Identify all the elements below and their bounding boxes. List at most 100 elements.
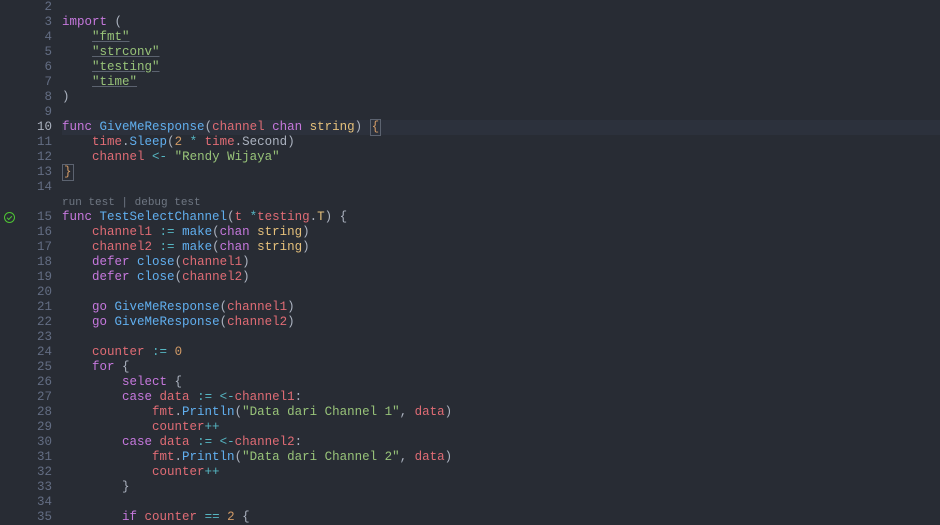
- token-p: (: [220, 315, 228, 329]
- token-p: ): [445, 450, 453, 464]
- token-nm: [137, 510, 145, 524]
- line-number: 10: [18, 120, 52, 135]
- token-fn: Println: [182, 450, 235, 464]
- line-number: 14: [18, 180, 52, 195]
- code-line[interactable]: case data := <-channel1:: [62, 390, 940, 405]
- code-line[interactable]: if counter == 2 {: [62, 510, 940, 525]
- token-id: counter: [145, 510, 198, 524]
- token-kw: chan: [220, 225, 250, 239]
- code-editor[interactable]: 2345678910111213141516171819202122232425…: [0, 0, 940, 510]
- token-op: :=: [197, 390, 212, 404]
- code-line[interactable]: func TestSelectChannel(t *testing.T) {: [62, 210, 940, 225]
- token-nm: [175, 225, 183, 239]
- token-p: ,: [400, 450, 415, 464]
- code-line[interactable]: go GiveMeResponse(channel2): [62, 315, 940, 330]
- code-line[interactable]: channel2 := make(chan string): [62, 240, 940, 255]
- code-line[interactable]: defer close(channel1): [62, 255, 940, 270]
- token-nm: [92, 120, 100, 134]
- code-line[interactable]: [62, 285, 940, 300]
- code-line[interactable]: [62, 495, 940, 510]
- code-line[interactable]: for {: [62, 360, 940, 375]
- token-p: ): [287, 315, 295, 329]
- code-line[interactable]: "fmt": [62, 30, 940, 45]
- line-number: 13: [18, 165, 52, 180]
- code-line[interactable]: time.Sleep(2 * time.Second): [62, 135, 940, 150]
- code-line[interactable]: }: [62, 165, 940, 180]
- code-line[interactable]: fmt.Println("Data dari Channel 1", data): [62, 405, 940, 420]
- line-number: 2: [18, 0, 52, 15]
- code-line[interactable]: counter++: [62, 465, 940, 480]
- codelens-run[interactable]: run test: [62, 197, 115, 209]
- token-nm: [92, 210, 100, 224]
- code-line[interactable]: [62, 180, 940, 195]
- token-fn: GiveMeResponse: [115, 315, 220, 329]
- code-line[interactable]: fmt.Println("Data dari Channel 2", data): [62, 450, 940, 465]
- line-number: 6: [18, 60, 52, 75]
- line-number: 31: [18, 450, 52, 465]
- code-line[interactable]: counter := 0: [62, 345, 940, 360]
- code-line[interactable]: [62, 0, 940, 15]
- code-line[interactable]: counter++: [62, 420, 940, 435]
- token-num: 2: [175, 135, 183, 149]
- code-line[interactable]: channel <- "Rendy Wijaya": [62, 150, 940, 165]
- token-id: channel1: [182, 255, 242, 269]
- token-p: ): [287, 135, 295, 149]
- token-op: ++: [205, 465, 220, 479]
- code-line[interactable]: channel1 := make(chan string): [62, 225, 940, 240]
- codelens-debug[interactable]: debug test: [135, 197, 201, 209]
- code-line[interactable]: "strconv": [62, 45, 940, 60]
- token-nm: [265, 120, 273, 134]
- token-nm: [152, 240, 160, 254]
- token-kw: chan: [220, 240, 250, 254]
- code-line[interactable]: select {: [62, 375, 940, 390]
- code-line[interactable]: defer close(channel2): [62, 270, 940, 285]
- token-fn: close: [137, 255, 175, 269]
- token-id: counter: [152, 465, 205, 479]
- codelens[interactable]: run test | debug test: [62, 195, 940, 210]
- line-number: 22: [18, 315, 52, 330]
- token-p: .: [122, 135, 130, 149]
- token-p: (: [220, 300, 228, 314]
- token-p: {: [235, 510, 250, 524]
- code-line[interactable]: "testing": [62, 60, 940, 75]
- line-number: 5: [18, 45, 52, 60]
- line-number: 26: [18, 375, 52, 390]
- token-p: :: [295, 435, 303, 449]
- token-p: (: [235, 450, 243, 464]
- token-p: ): [302, 225, 310, 239]
- token-p: {: [167, 375, 182, 389]
- code-area[interactable]: import ( "fmt" "strconv" "testing" "time…: [62, 0, 940, 510]
- code-line[interactable]: case data := <-channel2:: [62, 435, 940, 450]
- line-number: 8: [18, 90, 52, 105]
- token-p: (: [235, 405, 243, 419]
- line-number: 19: [18, 270, 52, 285]
- token-nm: [152, 390, 160, 404]
- code-line[interactable]: go GiveMeResponse(channel1): [62, 300, 940, 315]
- token-nm: [130, 255, 138, 269]
- code-line[interactable]: [62, 330, 940, 345]
- line-number: 30: [18, 435, 52, 450]
- token-fn: GiveMeResponse: [100, 120, 205, 134]
- token-kw: for: [92, 360, 115, 374]
- line-number: 33: [18, 480, 52, 495]
- token-p: .: [175, 405, 183, 419]
- token-id: fmt: [152, 405, 175, 419]
- line-number: 23: [18, 330, 52, 345]
- token-p: (: [212, 225, 220, 239]
- code-line[interactable]: func GiveMeResponse(channel chan string)…: [62, 120, 940, 135]
- token-id: channel1: [235, 390, 295, 404]
- code-line[interactable]: [62, 105, 940, 120]
- test-pass-icon[interactable]: [4, 212, 15, 223]
- code-line[interactable]: import (: [62, 15, 940, 30]
- token-id: channel2: [227, 315, 287, 329]
- line-number: 28: [18, 405, 52, 420]
- line-number: 21: [18, 300, 52, 315]
- token-id: data: [415, 405, 445, 419]
- code-line[interactable]: ): [62, 90, 940, 105]
- token-op: *: [250, 210, 258, 224]
- token-nm: [182, 135, 190, 149]
- line-number: 11: [18, 135, 52, 150]
- code-line[interactable]: }: [62, 480, 940, 495]
- code-line[interactable]: "time": [62, 75, 940, 90]
- token-typ: string: [310, 120, 355, 134]
